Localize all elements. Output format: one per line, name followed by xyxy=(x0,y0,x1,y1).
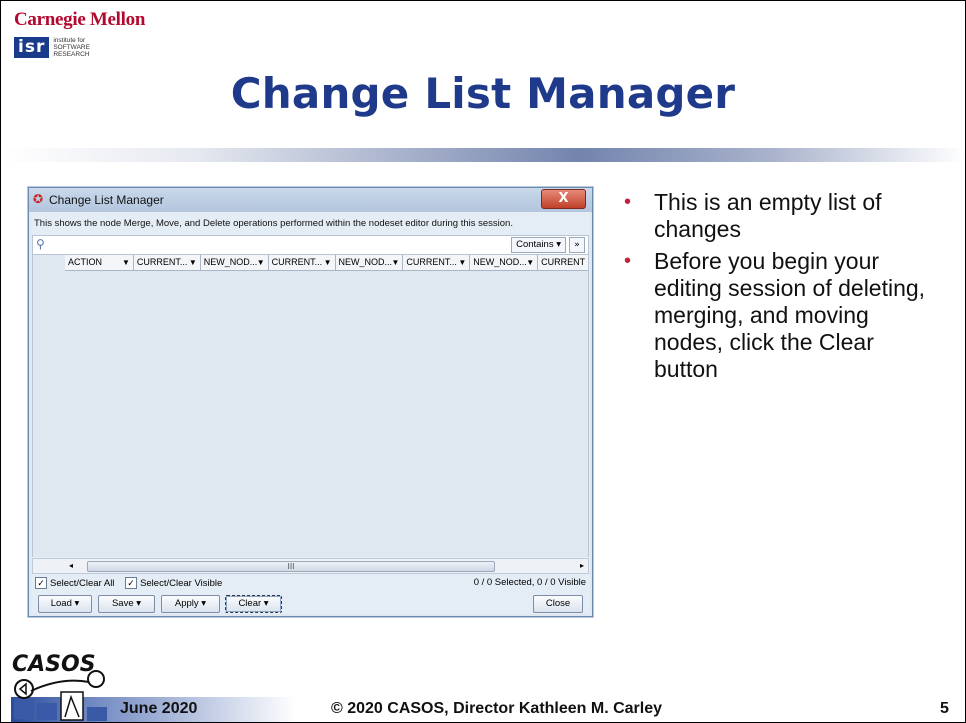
isr-line-1: institute for xyxy=(53,36,86,44)
casos-logo: CASOS xyxy=(12,652,107,721)
isr-abbr: isr xyxy=(14,36,50,58)
column-header[interactable]: CURRENT xyxy=(538,255,588,270)
bullet-dot-icon: • xyxy=(624,191,632,213)
change-list-manager-window: ✪ Change List Manager X This shows the n… xyxy=(28,187,593,617)
window-titlebar[interactable]: ✪ Change List Manager X xyxy=(29,188,592,212)
cmu-logo: Carnegie Mellon xyxy=(14,9,146,30)
footer-date: June 2020 xyxy=(120,700,198,717)
window-close-button[interactable]: X xyxy=(541,189,586,209)
clear-button[interactable]: Clear ▾ xyxy=(225,595,282,613)
scroll-right-icon[interactable]: ▸ xyxy=(580,559,584,573)
load-button[interactable]: Load ▾ xyxy=(38,595,92,613)
column-header[interactable]: CURRENT... ▼ xyxy=(134,255,201,270)
search-icon: ⚲ xyxy=(36,237,45,251)
slide-title: Change List Manager xyxy=(230,69,736,118)
sort-arrow-icon: ▼ xyxy=(256,258,265,267)
footer-copyright: © 2020 CASOS, Director Kathleen M. Carle… xyxy=(331,700,663,717)
bullet-item: • Before you begin your editing session o… xyxy=(624,248,926,382)
window-body: This shows the node Merge, Move, and Del… xyxy=(31,212,590,614)
sort-arrow-icon: ▼ xyxy=(188,258,197,267)
isr-text: institute for SOFTWARE RESEARCH xyxy=(53,37,90,58)
slide: Carnegie Mellon isr institute for SOFTWA… xyxy=(0,0,966,723)
isr-logo: isr institute for SOFTWARE RESEARCH xyxy=(14,35,90,59)
search-input[interactable] xyxy=(51,236,495,252)
column-header[interactable]: ACTION ▼ xyxy=(65,255,134,270)
app-icon: ✪ xyxy=(33,192,44,206)
select-all-label: Select/Clear All xyxy=(50,577,115,589)
filter-row: ⚲ Contains ▾ » xyxy=(32,235,589,255)
checkbox-checked-icon: ✓ xyxy=(35,577,47,589)
column-header[interactable]: NEW_NOD... ▼ xyxy=(336,255,404,270)
sort-arrow-icon: ▼ xyxy=(458,258,467,267)
sort-arrow-icon: ▼ xyxy=(121,258,130,267)
sort-arrow-icon: ▼ xyxy=(526,258,535,267)
select-clear-visible-checkbox[interactable]: ✓ Select/Clear Visible xyxy=(125,577,222,589)
page-number: 5 xyxy=(940,700,949,717)
sort-arrow-icon: ▼ xyxy=(323,258,332,267)
save-button[interactable]: Save ▾ xyxy=(98,595,155,613)
horizontal-scrollbar[interactable]: ◂ III ▸ xyxy=(32,558,589,574)
bullet-list: • This is an empty list of changes • Befor… xyxy=(624,189,944,388)
casos-logo-text: CASOS xyxy=(12,652,96,677)
selection-row: ✓ Select/Clear All ✓ Select/Clear Visible … xyxy=(35,577,586,591)
select-clear-all-checkbox[interactable]: ✓ Select/Clear All xyxy=(35,577,114,589)
column-header[interactable]: CURRENT... ▼ xyxy=(403,255,471,270)
scroll-left-icon[interactable]: ◂ xyxy=(69,559,73,573)
checkbox-checked-icon: ✓ xyxy=(125,577,138,589)
column-header[interactable]: NEW_NOD... ▼ xyxy=(470,255,539,270)
button-row: Load ▾ Save ▾ Apply ▾ Clear ▾ Close xyxy=(36,595,585,613)
column-header[interactable]: NEW_NOD... ▼ xyxy=(201,255,269,270)
column-header[interactable]: CURRENT... ▼ xyxy=(269,255,336,270)
table-header: ACTION ▼ CURRENT... ▼ NEW_NOD... ▼ CURRENT.… xyxy=(65,255,588,271)
title-divider xyxy=(1,148,965,162)
close-button[interactable]: Close xyxy=(533,595,583,613)
isr-line-2: SOFTWARE xyxy=(53,43,90,51)
filter-mode-label: Contains xyxy=(516,239,554,250)
isr-line-3: RESEARCH xyxy=(53,50,90,58)
select-visible-label: Select/Clear Visible xyxy=(140,577,223,589)
change-list-table: ACTION ▼ CURRENT... ▼ NEW_NOD... ▼ CURRENT.… xyxy=(32,255,589,557)
bullet-dot-icon: • xyxy=(624,250,632,272)
filter-mode-dropdown[interactable]: Contains ▾ xyxy=(511,237,566,253)
scrollbar-thumb[interactable]: III xyxy=(87,561,495,572)
window-title: Change List Manager xyxy=(49,193,164,207)
apply-button[interactable]: Apply ▾ xyxy=(161,595,220,613)
expand-chevron-icon[interactable]: » xyxy=(569,237,585,253)
selection-status: 0 / 0 Selected, 0 / 0 Visible xyxy=(473,577,586,588)
bullet-item: • This is an empty list of changes xyxy=(624,189,882,242)
sort-arrow-icon: ▼ xyxy=(391,258,400,267)
window-description: This shows the node Merge, Move, and Del… xyxy=(34,218,513,229)
